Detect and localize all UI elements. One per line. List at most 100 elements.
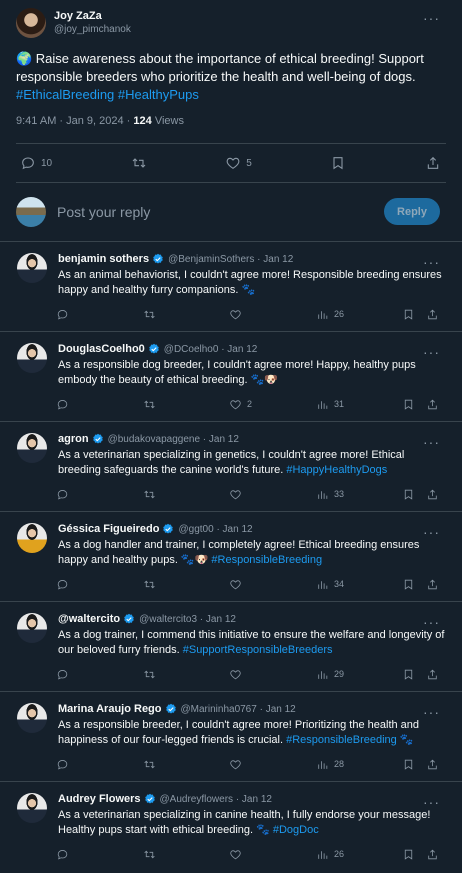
reply-item[interactable]: DouglasCoelho0 @DCoelho0 · Jan 12 ··· As…	[0, 331, 462, 421]
reply-author-name[interactable]: Géssica Figueiredo	[58, 523, 159, 535]
reply-bookmark-action[interactable]	[402, 668, 415, 681]
reply-author-name[interactable]: benjamin sothers	[58, 253, 149, 265]
like-action[interactable]: 5	[225, 155, 252, 171]
avatar[interactable]	[17, 703, 47, 733]
tweet-actions: 10 5	[16, 143, 446, 183]
reply-retweet-action[interactable]	[143, 668, 156, 681]
author-name[interactable]: Joy ZaZa	[54, 10, 131, 23]
reply-share-action[interactable]	[426, 668, 439, 681]
reply-item[interactable]: benjamin sothers @BenjaminSothers · Jan …	[0, 241, 462, 331]
reply-button[interactable]: Reply	[384, 198, 440, 225]
reply-comment-action[interactable]	[56, 578, 69, 591]
more-options-icon[interactable]: ···	[423, 11, 440, 25]
author-handle[interactable]: @joy_pimchanok	[54, 23, 131, 36]
reply-retweet-action[interactable]	[143, 848, 156, 861]
avatar[interactable]	[17, 523, 47, 553]
reply-comment-action[interactable]	[56, 308, 69, 321]
reply-handle-date[interactable]: @waltercito3 · Jan 12	[139, 614, 236, 625]
reply-bookmark-action[interactable]	[402, 578, 415, 591]
reply-retweet-action[interactable]	[143, 758, 156, 771]
reply-comment-action[interactable]	[56, 848, 69, 861]
reply-hashtag[interactable]: #HappyHealthyDogs	[286, 464, 387, 476]
reply-handle-date[interactable]: @BenjaminSothers · Jan 12	[168, 254, 293, 265]
more-options-icon[interactable]: ···	[423, 705, 440, 719]
more-options-icon[interactable]: ···	[423, 525, 440, 539]
reply-handle-date[interactable]: @Marininha0767 · Jan 12	[181, 704, 296, 715]
reply-hashtag[interactable]: #ResponsibleBreeding	[286, 734, 397, 746]
reply-bookmark-action[interactable]	[402, 758, 415, 771]
reply-bookmark-action[interactable]	[402, 488, 415, 501]
reply-share-action[interactable]	[426, 308, 439, 321]
reply-author-name[interactable]: Marina Araujo Rego	[58, 703, 162, 715]
reply-like-action[interactable]	[229, 308, 242, 321]
more-options-icon[interactable]: ···	[423, 615, 440, 629]
reply-like-action[interactable]: 2	[229, 398, 252, 411]
reply-handle-date[interactable]: @budakovapaggene · Jan 12	[108, 434, 239, 445]
reply-views-action[interactable]: 31	[316, 398, 344, 411]
avatar[interactable]	[17, 793, 47, 823]
avatar[interactable]	[17, 343, 47, 373]
reply-item[interactable]: @waltercito @waltercito3 · Jan 12 ··· As…	[0, 601, 462, 691]
reply-views-action[interactable]: 26	[316, 848, 344, 861]
reply-bookmark-action[interactable]	[402, 308, 415, 321]
share-icon	[428, 399, 437, 409]
more-options-icon[interactable]: ···	[423, 345, 440, 359]
reply-author-name[interactable]: agron	[58, 433, 89, 445]
reply-share-action[interactable]	[426, 578, 439, 591]
avatar[interactable]	[17, 613, 47, 643]
avatar[interactable]	[16, 8, 46, 38]
reply-views-action[interactable]: 33	[316, 488, 344, 501]
reply-item[interactable]: Marina Araujo Rego @Marininha0767 · Jan …	[0, 691, 462, 781]
reply-retweet-action[interactable]	[143, 488, 156, 501]
retweet-action[interactable]	[131, 155, 147, 171]
reply-bookmark-action[interactable]	[402, 848, 415, 861]
reply-like-action[interactable]	[229, 848, 242, 861]
reply-share-action[interactable]	[426, 398, 439, 411]
reply-comment-action[interactable]	[56, 488, 69, 501]
reply-like-action[interactable]	[229, 488, 242, 501]
reply-views-action[interactable]: 26	[316, 308, 344, 321]
reply-author-name[interactable]: DouglasCoelho0	[58, 343, 145, 355]
tweet-hashtags[interactable]: #EthicalBreeding #HealthyPups	[16, 87, 199, 102]
avatar[interactable]	[17, 433, 47, 463]
tweet-timestamp[interactable]: 9:41 AM · Jan 9, 2024 ·	[16, 115, 133, 127]
reply-author-name[interactable]: Audrey Flowers	[58, 793, 141, 805]
more-options-icon[interactable]: ···	[423, 255, 440, 269]
share-action[interactable]	[425, 155, 441, 171]
reply-author-name[interactable]: @waltercito	[58, 613, 120, 625]
avatar[interactable]	[17, 253, 47, 283]
reply-item[interactable]: Audrey Flowers @Audreyflowers · Jan 12 ·…	[0, 781, 462, 871]
reply-views-action[interactable]: 34	[316, 578, 344, 591]
reply-handle-date[interactable]: @DCoelho0 · Jan 12	[164, 344, 258, 355]
reply-share-action[interactable]	[426, 848, 439, 861]
reply-hashtag[interactable]: #DogDoc	[273, 824, 319, 836]
reply-handle-date[interactable]: @Audreyflowers · Jan 12	[160, 794, 272, 805]
reply-retweet-action[interactable]	[143, 308, 156, 321]
reply-retweet-action[interactable]	[143, 398, 156, 411]
current-user-avatar[interactable]	[16, 197, 46, 227]
reply-share-action[interactable]	[426, 758, 439, 771]
reply-views-action[interactable]: 28	[316, 758, 344, 771]
reply-hashtag[interactable]: #ResponsibleBreeding	[211, 554, 322, 566]
reply-comment-action[interactable]	[56, 398, 69, 411]
reply-hashtag[interactable]: #SupportResponsibleBreeders	[183, 644, 333, 656]
reply-share-action[interactable]	[426, 488, 439, 501]
reply-comment-action[interactable]	[56, 758, 69, 771]
more-options-icon[interactable]: ···	[423, 435, 440, 449]
reply-like-action[interactable]	[229, 758, 242, 771]
reply-handle-date[interactable]: @ggt00 · Jan 12	[178, 524, 252, 535]
reply-text: As a responsible dog breeder, I couldn't…	[58, 358, 462, 388]
reply-retweet-action[interactable]	[143, 578, 156, 591]
more-options-icon[interactable]: ···	[423, 795, 440, 809]
reply-action[interactable]: 10	[20, 155, 52, 171]
reply-like-action[interactable]	[229, 578, 242, 591]
reply-views-action[interactable]: 29	[316, 668, 344, 681]
reply-item[interactable]: Géssica Figueiredo @ggt00 · Jan 12 ··· A…	[0, 511, 462, 601]
reply-item[interactable]: agron @budakovapaggene · Jan 12 ··· As a…	[0, 421, 462, 511]
reply-like-action[interactable]	[229, 668, 242, 681]
reply-comment-action[interactable]	[56, 668, 69, 681]
reply-input[interactable]: Post your reply	[57, 204, 150, 220]
main-tweet-author[interactable]: Joy ZaZa @joy_pimchanok	[16, 8, 446, 38]
reply-bookmark-action[interactable]	[402, 398, 415, 411]
bookmark-action[interactable]	[330, 155, 346, 171]
